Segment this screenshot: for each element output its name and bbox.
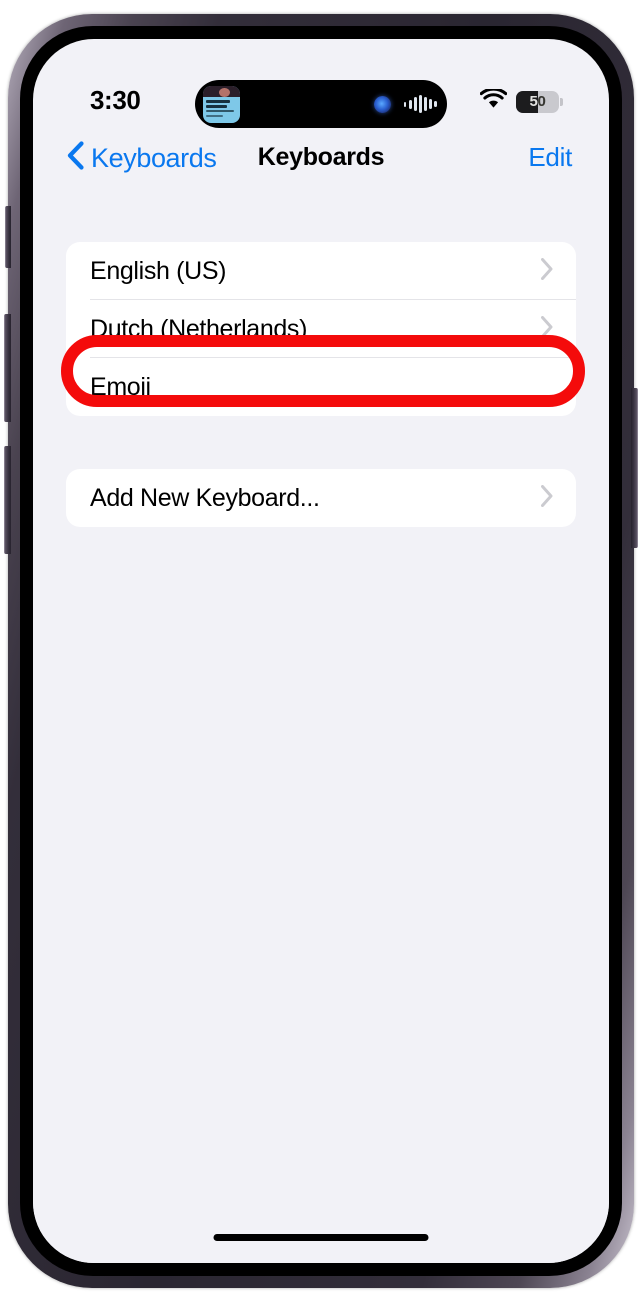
waveform-bar <box>434 101 437 107</box>
audio-waveform-icon[interactable] <box>403 94 437 114</box>
list-item-label: Dutch (Netherlands) <box>90 314 308 343</box>
home-indicator[interactable] <box>213 1234 429 1241</box>
edit-button[interactable]: Edit <box>528 142 572 173</box>
keyboard-list-group: English (US) Dutch (Netherlands) Emoji <box>61 242 585 416</box>
phone-screen: 3:30 50 Keyboards Keyboards Edit English… <box>33 39 609 1263</box>
list-item-label: Emoji <box>90 372 151 401</box>
list-item-add-new-keyboard[interactable]: Add New Keyboard... <box>66 469 576 527</box>
list-item-label: English (US) <box>90 256 227 285</box>
add-keyboard-group: Add New Keyboard... <box>66 469 576 527</box>
dynamic-island[interactable] <box>195 80 447 128</box>
list-item-english-us[interactable]: English (US) <box>66 242 576 300</box>
chevron-right-icon <box>540 257 554 286</box>
battery-icon: 50 <box>516 90 563 113</box>
status-bar-clock: 3:30 <box>90 85 141 115</box>
artwork-face <box>218 87 230 98</box>
artwork-text-line <box>206 99 230 103</box>
waveform-bar <box>403 101 407 107</box>
chevron-right-icon <box>540 315 554 344</box>
settings-content: English (US) Dutch (Netherlands) Emoji A… <box>33 187 609 1263</box>
phone-bezel: 3:30 50 Keyboards Keyboards Edit English… <box>20 26 622 1276</box>
list-item-label: Add New Keyboard... <box>90 483 320 512</box>
waveform-bar <box>429 99 432 109</box>
status-bar-indicators: 50 <box>479 87 563 114</box>
dynamic-island-right <box>373 94 439 114</box>
navigation-bar: Keyboards Keyboards Edit <box>33 129 609 187</box>
chevron-right-icon <box>540 484 554 513</box>
battery-level-text: 50 <box>529 93 546 110</box>
power-button[interactable] <box>631 388 638 548</box>
phone-frame: 3:30 50 Keyboards Keyboards Edit English… <box>4 14 638 1288</box>
page-title: Keyboards <box>257 143 385 171</box>
list-item-emoji[interactable]: Emoji <box>66 358 576 416</box>
artwork-text-line <box>206 104 227 108</box>
artwork-text-line <box>206 115 224 118</box>
waveform-bar <box>419 95 422 113</box>
volume-up-button[interactable] <box>4 314 11 422</box>
volume-down-button[interactable] <box>4 446 11 554</box>
battery-cap <box>560 97 563 106</box>
list-item-dutch-netherlands[interactable]: Dutch (Netherlands) <box>66 300 576 358</box>
waveform-bar <box>414 97 417 111</box>
siri-orb-icon <box>373 95 391 113</box>
status-bar: 3:30 50 <box>33 39 609 128</box>
action-button[interactable] <box>5 206 11 268</box>
wifi-icon <box>479 87 508 114</box>
album-artwork[interactable] <box>203 85 240 123</box>
artwork-text-line <box>206 109 234 112</box>
waveform-bar <box>408 99 412 109</box>
waveform-bar <box>424 97 427 111</box>
